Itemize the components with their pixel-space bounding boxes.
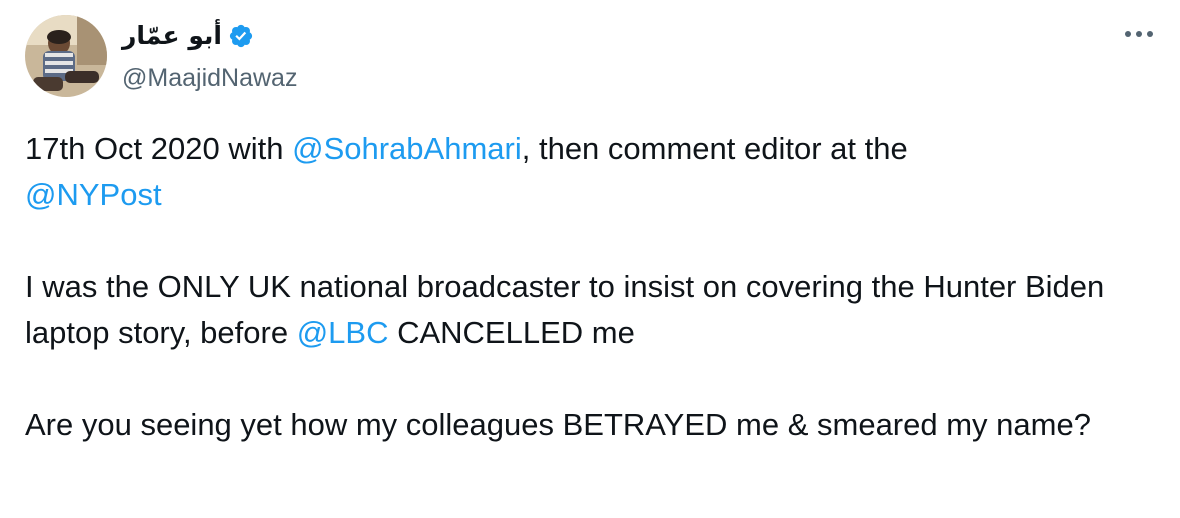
mention-link-nypost[interactable]: @NYPost xyxy=(25,177,162,212)
verified-badge-icon[interactable] xyxy=(228,23,254,49)
avatar[interactable] xyxy=(25,15,107,97)
tweet-paragraph-spacer xyxy=(25,218,1155,264)
author-identity: أبو عمّار @MaajidNawaz xyxy=(122,17,297,97)
tweet-header: أبو عمّار @MaajidNawaz xyxy=(25,15,297,97)
tweet-text-segment: CANCELLED me xyxy=(388,315,635,350)
tweet-text-segment: Are you seeing yet how my colleagues BET… xyxy=(25,407,1091,442)
tweet-text-segment: , then comment editor at the xyxy=(521,131,908,166)
tweet-paragraph-2: I was the ONLY UK national broadcaster t… xyxy=(25,264,1155,356)
avatar-photo xyxy=(25,15,107,97)
tweet-text: 17th Oct 2020 with @SohrabAhmari, then c… xyxy=(25,126,1155,448)
mention-link-lbc[interactable]: @LBC xyxy=(297,315,389,350)
tweet-paragraph-3: Are you seeing yet how my colleagues BET… xyxy=(25,402,1155,448)
mention-link-sohrabahmari[interactable]: @SohrabAhmari xyxy=(292,131,522,166)
tweet-card: أبو عمّار @MaajidNawaz 17th Oct 2020 wit… xyxy=(0,0,1180,518)
author-name-row: أبو عمّار xyxy=(122,17,297,55)
more-options-icon[interactable] xyxy=(1122,22,1156,46)
tweet-paragraph-1: 17th Oct 2020 with @SohrabAhmari, then c… xyxy=(25,126,1155,218)
tweet-paragraph-spacer xyxy=(25,356,1155,402)
tweet-text-segment: 17th Oct 2020 with xyxy=(25,131,293,166)
author-handle[interactable]: @MaajidNawaz xyxy=(122,59,297,97)
author-display-name[interactable]: أبو عمّار xyxy=(122,17,222,55)
